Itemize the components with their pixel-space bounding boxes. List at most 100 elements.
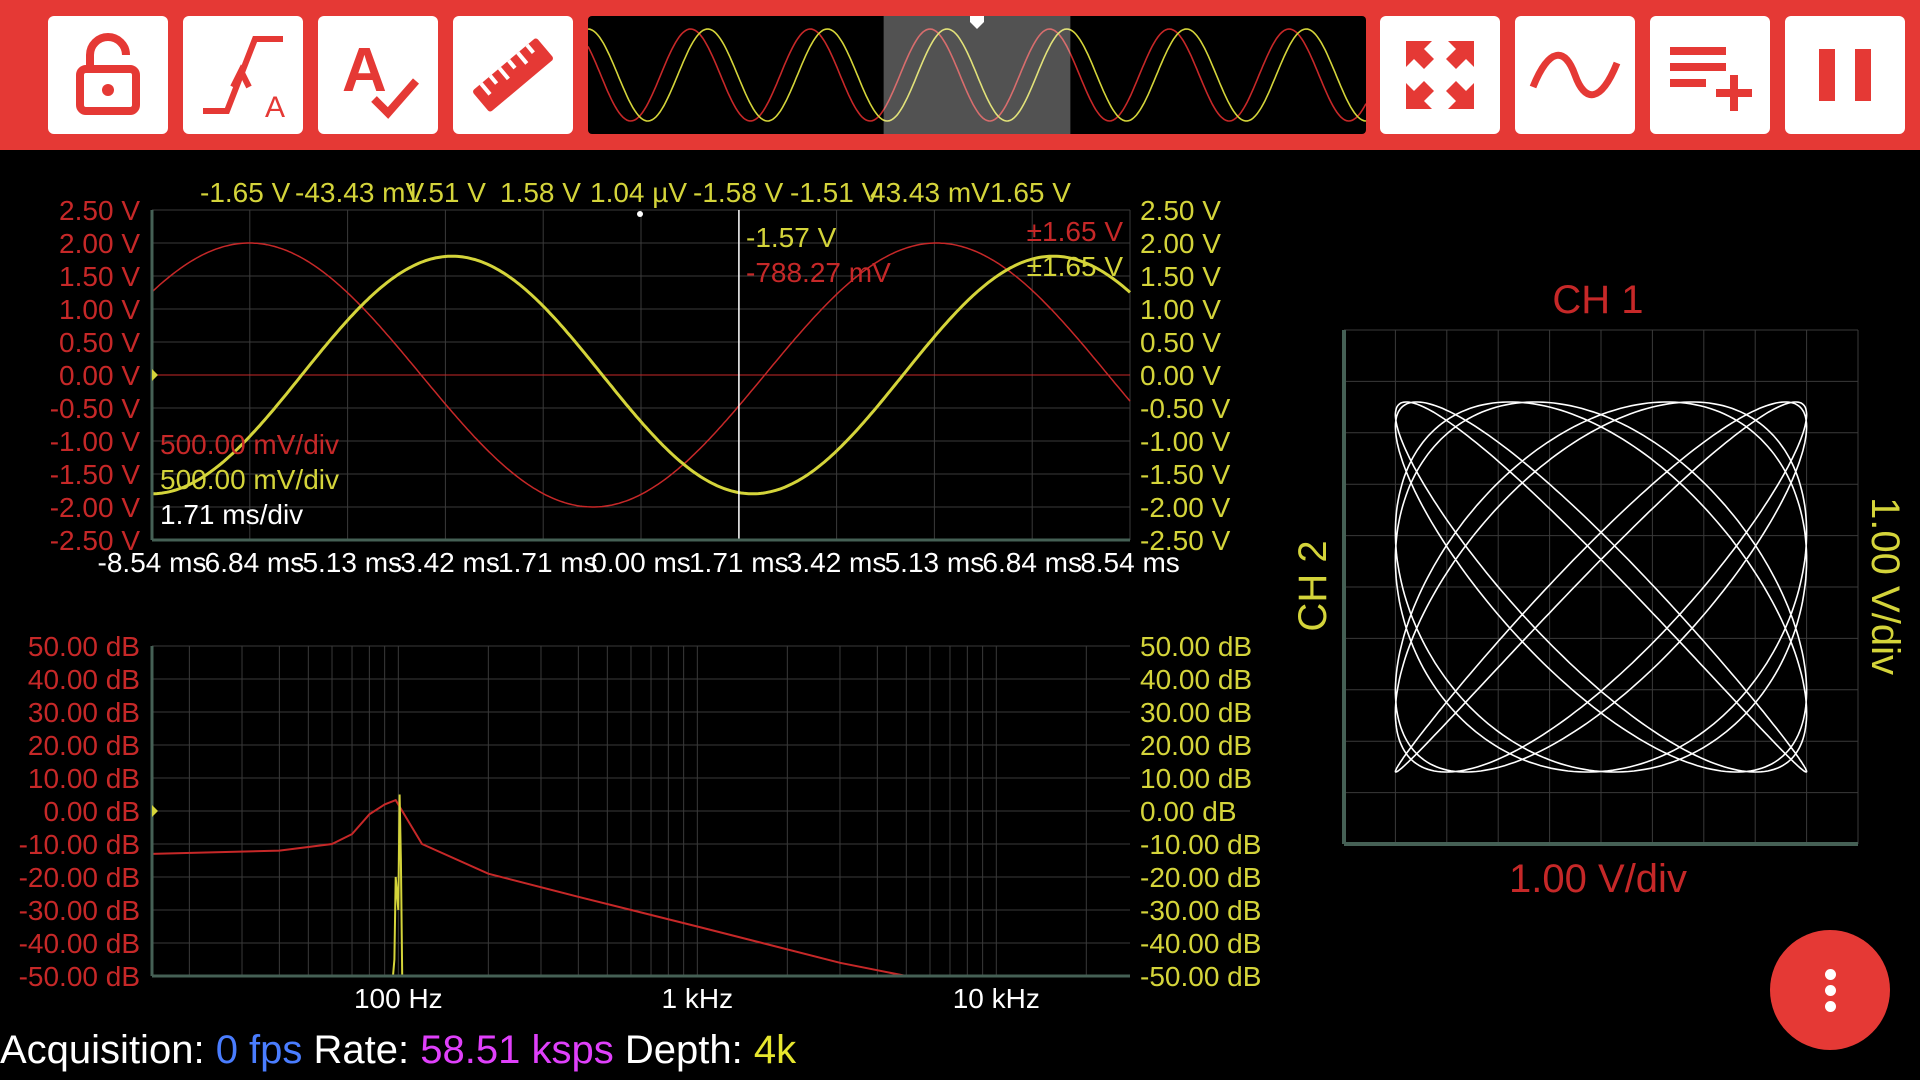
x-tick-label: 3.42 ms: [787, 547, 887, 578]
top-readout: 1.65 V: [990, 177, 1071, 208]
acquisition-value: 0 fps: [215, 1028, 303, 1072]
fft-grid: [152, 645, 1130, 977]
y-tick-label: 2.00 V: [59, 228, 140, 259]
y-tick-label: 20.00 dB: [28, 730, 140, 761]
y-tick-label: 10.00 dB: [28, 763, 140, 794]
y-tick-label: 1.50 V: [59, 261, 140, 292]
x-tick-label: 8.54 ms: [1080, 547, 1180, 578]
xy-plot[interactable]: CH 1 1.00 V/div CH 2 1.00 V/div: [1291, 278, 1907, 901]
x-tick-label: 1.71 ms: [689, 547, 789, 578]
fft-x-ticks: 100 Hz 1 kHz 10 kHz: [354, 983, 1040, 1014]
y-tick-label: -10.00 dB: [1140, 829, 1261, 860]
top-readout: -1.58 V: [693, 177, 784, 208]
xy-x-title: CH 1: [1552, 278, 1643, 322]
x-tick-label: 6.84 ms: [982, 547, 1082, 578]
y-tick-label: 20.00 dB: [1140, 730, 1252, 761]
y-tick-label: 0.50 V: [59, 327, 140, 358]
cursor-readout-ch1: -788.27 mV: [746, 257, 891, 288]
y-tick-label: 0.00 V: [59, 360, 140, 391]
y-tick-label: -40.00 dB: [1140, 928, 1261, 959]
top-readout: 43.43 mV: [870, 177, 990, 208]
y-tick-label: 40.00 dB: [1140, 664, 1252, 695]
plot-area: -1.65 V -43.43 mV 1.51 V 1.58 V 1.04 µV …: [19, 177, 1907, 1014]
y-tick-label: 1.00 V: [1140, 294, 1221, 325]
time-left-ticks: 2.50 V2.00 V1.50 V1.00 V0.50 V0.00 V-0.5…: [50, 195, 141, 556]
xy-y-scale: 1.00 V/div: [1863, 497, 1907, 675]
status-bar: Acquisition: 0 fps Rate: 58.51 ksps Dept…: [0, 1028, 796, 1073]
y-tick-label: -0.50 V: [50, 393, 141, 424]
x-tick-label: 5.13 ms: [885, 547, 985, 578]
acquisition-label: Acquisition:: [0, 1028, 205, 1072]
y-tick-label: -50.00 dB: [1140, 961, 1261, 992]
x-tick-label: -3.42 ms: [391, 547, 500, 578]
y-tick-label: -10.00 dB: [19, 829, 140, 860]
time-right-ticks: 2.50 V2.00 V1.50 V1.00 V0.50 V0.00 V-0.5…: [1140, 195, 1231, 556]
y-tick-label: -1.00 V: [50, 426, 141, 457]
x-tick-label: 0.00 ms: [591, 547, 691, 578]
ch1-scale: 500.00 mV/div: [160, 429, 339, 460]
xy-y-title: CH 2: [1291, 540, 1335, 631]
y-tick-label: -1.50 V: [50, 459, 141, 490]
top-readout: 1.51 V: [405, 177, 486, 208]
y-tick-label: -40.00 dB: [19, 928, 140, 959]
y-tick-label: -30.00 dB: [19, 895, 140, 926]
x-tick-label: 10 kHz: [953, 983, 1040, 1014]
x-tick-label: -8.54 ms: [98, 547, 207, 578]
amplitude-ch1: ±1.65 V: [1027, 216, 1124, 247]
x-tick-label: -6.84 ms: [195, 547, 304, 578]
y-tick-label: 0.50 V: [1140, 327, 1221, 358]
top-readout: 1.58 V: [500, 177, 581, 208]
x-tick-label: -1.71 ms: [489, 547, 598, 578]
ch2-offset-marker: [152, 369, 158, 381]
y-tick-label: -20.00 dB: [19, 862, 140, 893]
y-tick-label: 2.00 V: [1140, 228, 1221, 259]
y-tick-label: 2.50 V: [59, 195, 140, 226]
more-options-button[interactable]: [1770, 930, 1890, 1050]
amplitude-ch2: ±1.65 V: [1027, 251, 1124, 282]
y-tick-label: 30.00 dB: [1140, 697, 1252, 728]
x-tick-label: 1 kHz: [662, 983, 734, 1014]
top-readout: 1.04 µV: [590, 177, 687, 208]
fft-offset-marker: [152, 805, 158, 817]
y-tick-label: 0.00 dB: [1140, 796, 1237, 827]
fft-right-ticks: 50.00 dB40.00 dB30.00 dB20.00 dB10.00 dB…: [1140, 631, 1261, 992]
y-tick-label: 1.50 V: [1140, 261, 1221, 292]
y-tick-label: 50.00 dB: [28, 631, 140, 662]
x-tick-label: -5.13 ms: [293, 547, 402, 578]
more-vertical-icon: [1824, 964, 1836, 1017]
y-tick-label: 10.00 dB: [1140, 763, 1252, 794]
ch2-scale: 500.00 mV/div: [160, 464, 339, 495]
y-tick-label: -30.00 dB: [1140, 895, 1261, 926]
y-tick-label: -2.00 V: [50, 492, 141, 523]
y-tick-label: -1.50 V: [1140, 459, 1231, 490]
y-tick-label: 0.00 dB: [43, 796, 140, 827]
depth-label: Depth:: [624, 1028, 743, 1072]
y-tick-label: -2.00 V: [1140, 492, 1231, 523]
fft-ch1-trace: [151, 798, 907, 977]
cursor-readout-ch2: -1.57 V: [746, 222, 837, 253]
time-top-readouts: -1.65 V -43.43 mV 1.51 V 1.58 V 1.04 µV …: [200, 177, 1071, 208]
y-tick-label: 30.00 dB: [28, 697, 140, 728]
y-tick-label: -50.00 dB: [19, 961, 140, 992]
y-tick-label: 2.50 V: [1140, 195, 1221, 226]
x-tick-label: 100 Hz: [354, 983, 443, 1014]
fft-ch2-trace: [392, 794, 404, 977]
fft-plot[interactable]: 50.00 dB40.00 dB30.00 dB20.00 dB10.00 dB…: [19, 631, 1262, 1014]
xy-x-scale: 1.00 V/div: [1509, 857, 1687, 901]
rate-label: Rate:: [313, 1028, 410, 1072]
top-readout: -1.65 V: [200, 177, 291, 208]
trigger-position-marker: [637, 211, 643, 217]
rate-value: 58.51 ksps: [420, 1028, 614, 1072]
top-readout: -1.51 V: [790, 177, 881, 208]
depth-value: 4k: [753, 1028, 797, 1072]
time-scale: 1.71 ms/div: [160, 499, 303, 530]
y-tick-label: 0.00 V: [1140, 360, 1221, 391]
time-domain-plot[interactable]: -1.65 V -43.43 mV 1.51 V 1.58 V 1.04 µV …: [50, 177, 1231, 578]
y-tick-label: -0.50 V: [1140, 393, 1231, 424]
y-tick-label: -1.00 V: [1140, 426, 1231, 457]
y-tick-label: 1.00 V: [59, 294, 140, 325]
fft-left-ticks: 50.00 dB40.00 dB30.00 dB20.00 dB10.00 dB…: [19, 631, 140, 992]
y-tick-label: 50.00 dB: [1140, 631, 1252, 662]
y-tick-label: -20.00 dB: [1140, 862, 1261, 893]
y-tick-label: 40.00 dB: [28, 664, 140, 695]
